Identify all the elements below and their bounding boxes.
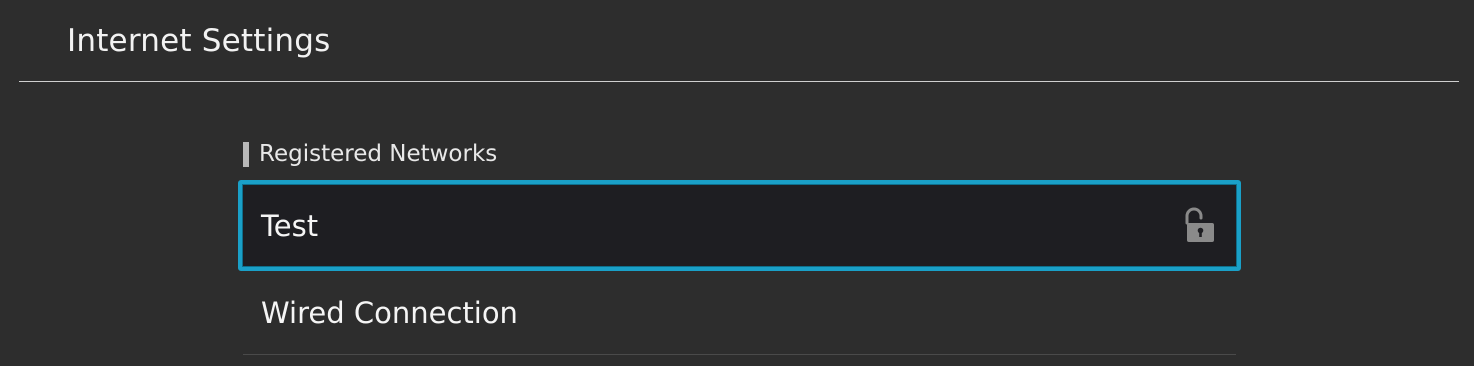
- network-item-test[interactable]: Test: [238, 180, 1241, 271]
- network-item-wired-connection[interactable]: Wired Connection: [243, 271, 1236, 355]
- header-divider: [19, 81, 1459, 82]
- network-name: Wired Connection: [261, 295, 518, 330]
- page-title: Internet Settings: [67, 23, 331, 59]
- open-lock-icon: [1181, 206, 1217, 246]
- section-label: Registered Networks: [259, 141, 498, 167]
- section-heading: Registered Networks: [243, 141, 497, 168]
- section-marker: [243, 142, 249, 167]
- network-list: Test Wired Connection: [238, 180, 1241, 355]
- network-name: Test: [261, 208, 319, 243]
- internet-settings-screen: Internet Settings Registered Networks Te…: [0, 0, 1474, 366]
- header: Internet Settings: [0, 0, 1474, 82]
